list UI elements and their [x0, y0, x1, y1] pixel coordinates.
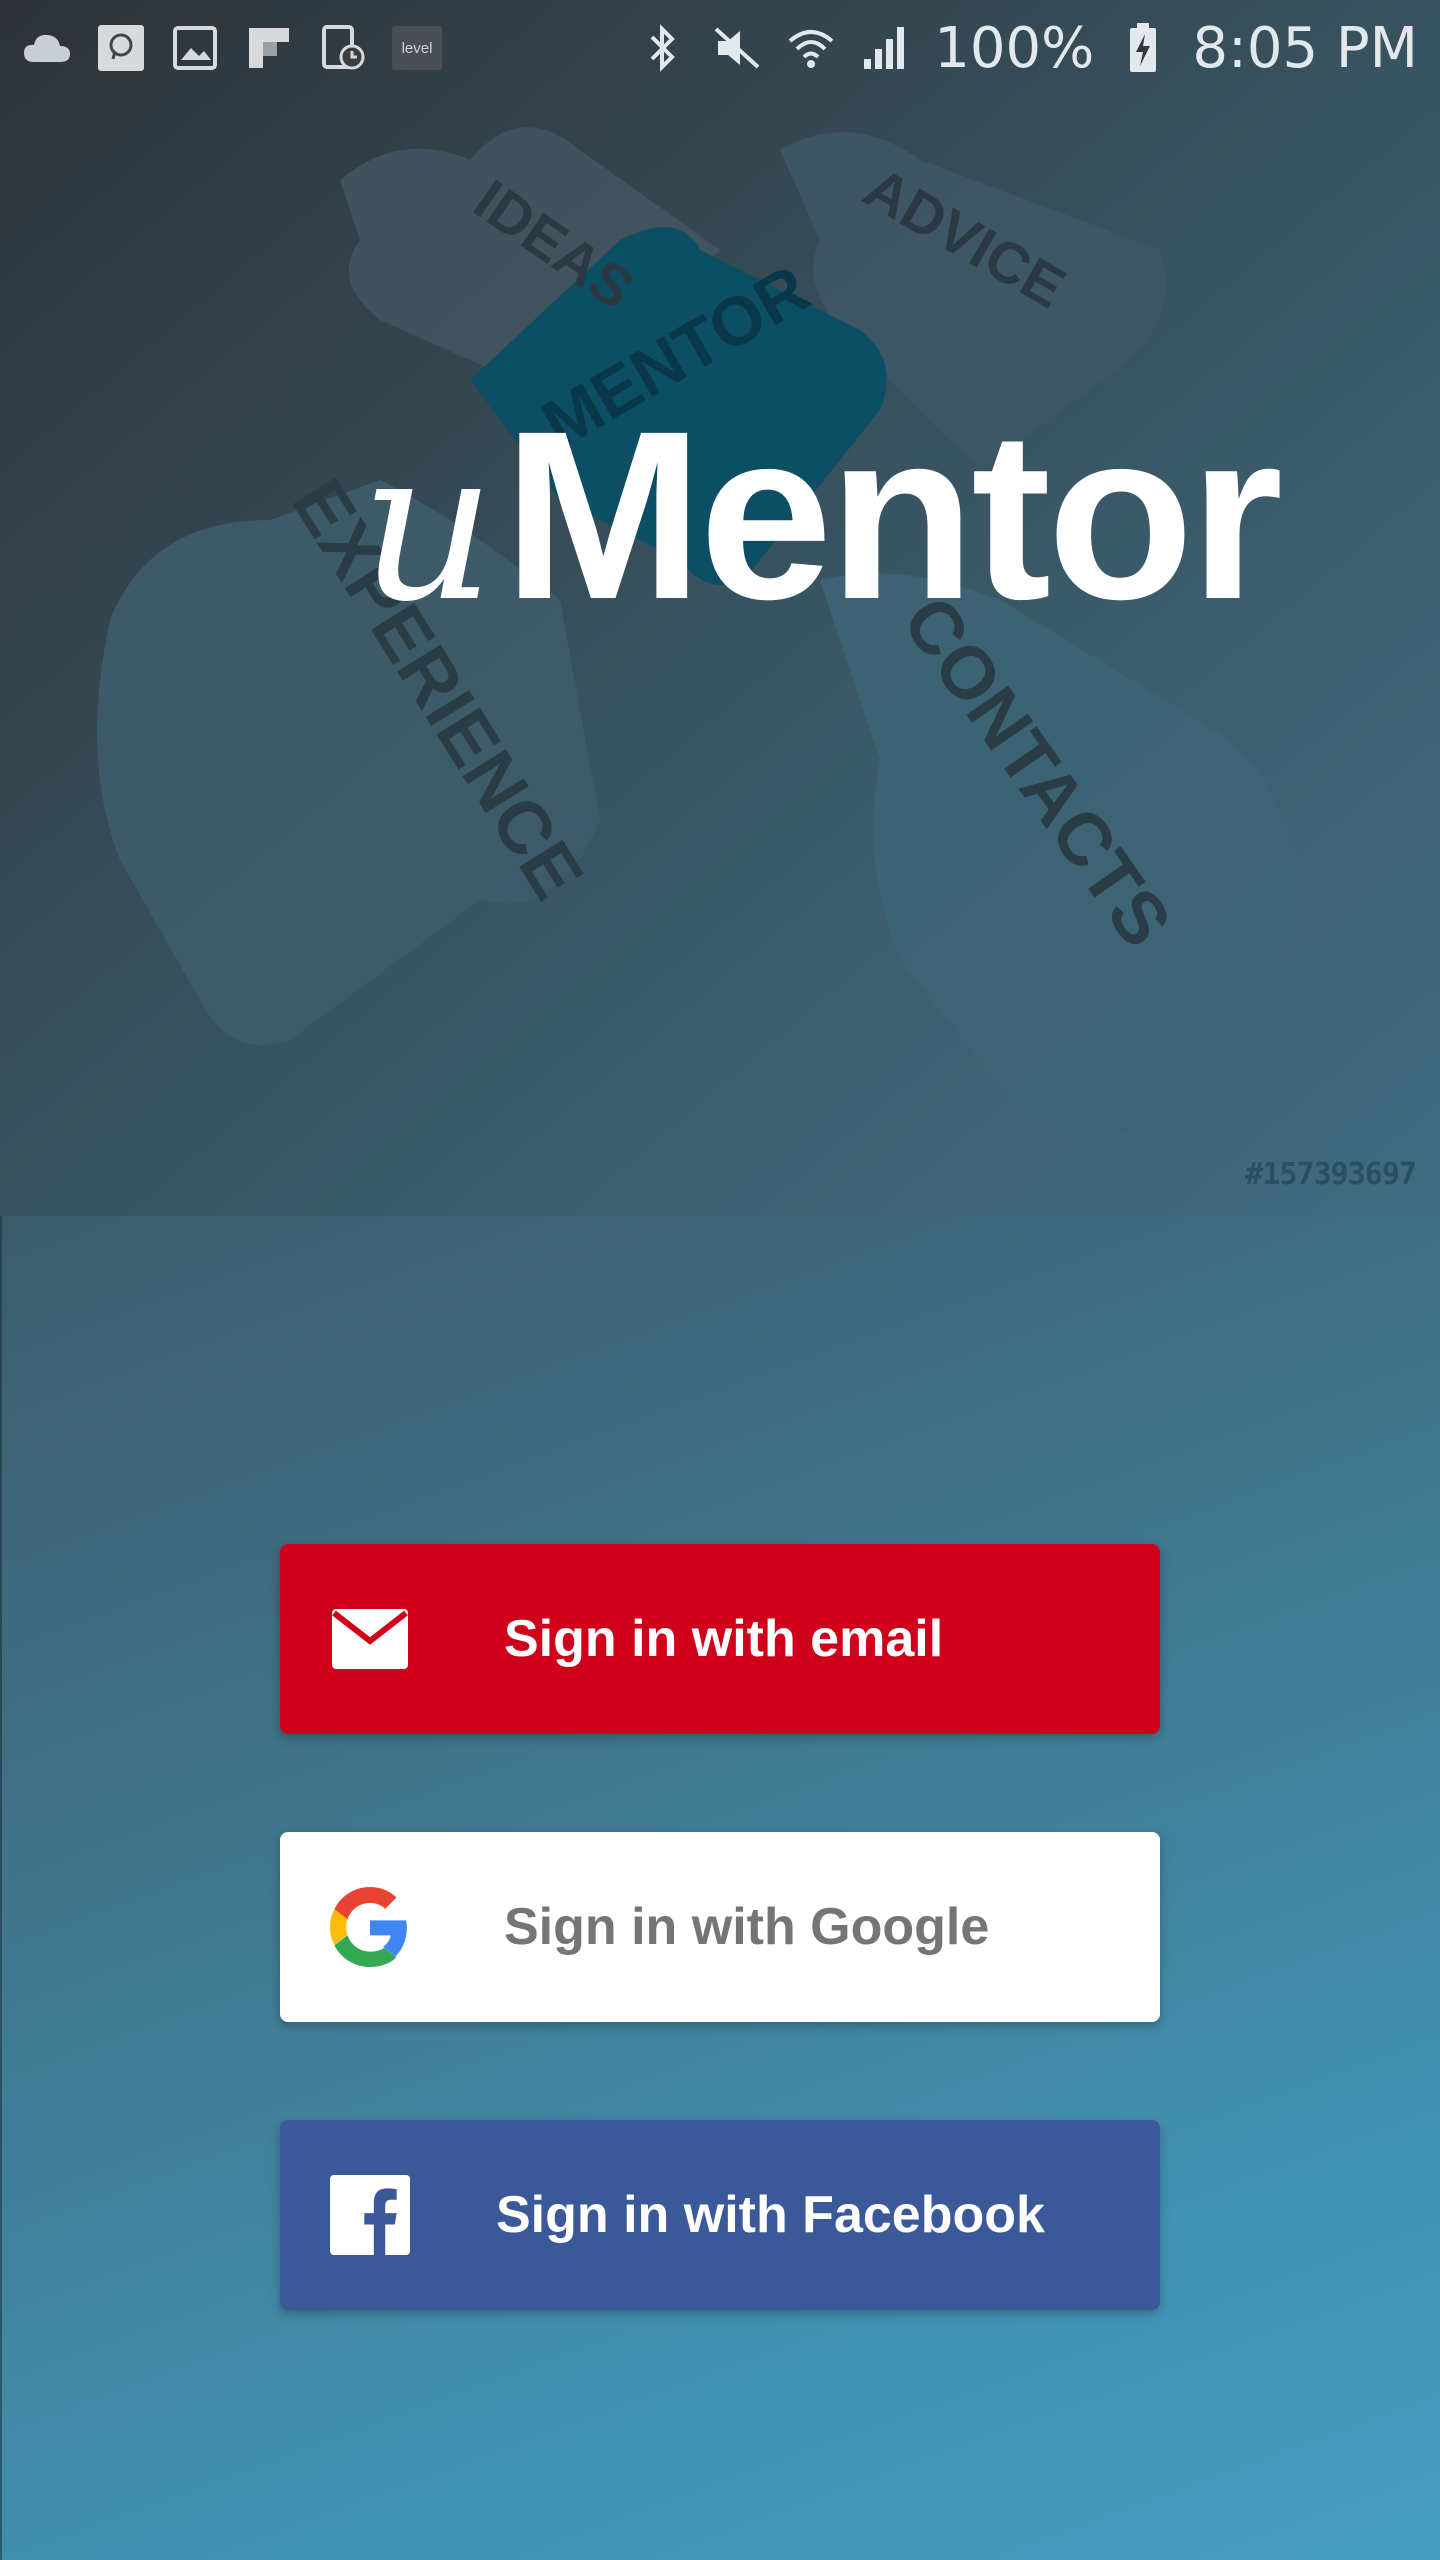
mute-icon — [712, 23, 762, 73]
clock: 8:05 PM — [1192, 15, 1418, 81]
bluetooth-icon — [638, 23, 688, 73]
sign-in-facebook-button[interactable]: Sign in with Facebook — [280, 2120, 1160, 2310]
app-logo: u Mentor — [360, 381, 1283, 655]
sign-in-screen: IDEAS ADVICE MENTOR EXPERIENCE CONTACTS … — [0, 0, 1440, 2560]
image-icon — [170, 23, 220, 73]
cloud-icon — [22, 23, 72, 73]
chat-icon — [96, 23, 146, 73]
status-bar: level 100% 8:05 PM — [0, 0, 1440, 96]
sign-in-facebook-label: Sign in with Facebook — [496, 2186, 1045, 2244]
image-id-label: #157393697 — [1245, 1157, 1417, 1192]
notification-icons: level — [22, 23, 442, 73]
hero-divider — [0, 1216, 2, 2560]
email-icon — [330, 1599, 410, 1679]
logo-main: Mentor — [503, 381, 1283, 649]
battery-percent: 100% — [934, 15, 1095, 81]
google-icon — [330, 1887, 410, 1967]
sign-in-google-label: Sign in with Google — [504, 1898, 990, 1956]
level-icon: level — [392, 26, 442, 70]
flipboard-icon — [244, 23, 294, 73]
signal-icon — [860, 23, 910, 73]
wifi-icon — [786, 23, 836, 73]
sign-in-email-label: Sign in with email — [504, 1610, 944, 1668]
facebook-icon — [330, 2175, 410, 2255]
tablet-clock-icon — [318, 23, 368, 73]
sign-in-google-button[interactable]: Sign in with Google — [280, 1832, 1160, 2022]
system-status: 100% 8:05 PM — [638, 16, 1418, 81]
logo-prefix: u — [360, 403, 496, 648]
battery-charging-icon — [1118, 23, 1168, 73]
sign-in-email-button[interactable]: Sign in with email — [280, 1544, 1160, 1734]
